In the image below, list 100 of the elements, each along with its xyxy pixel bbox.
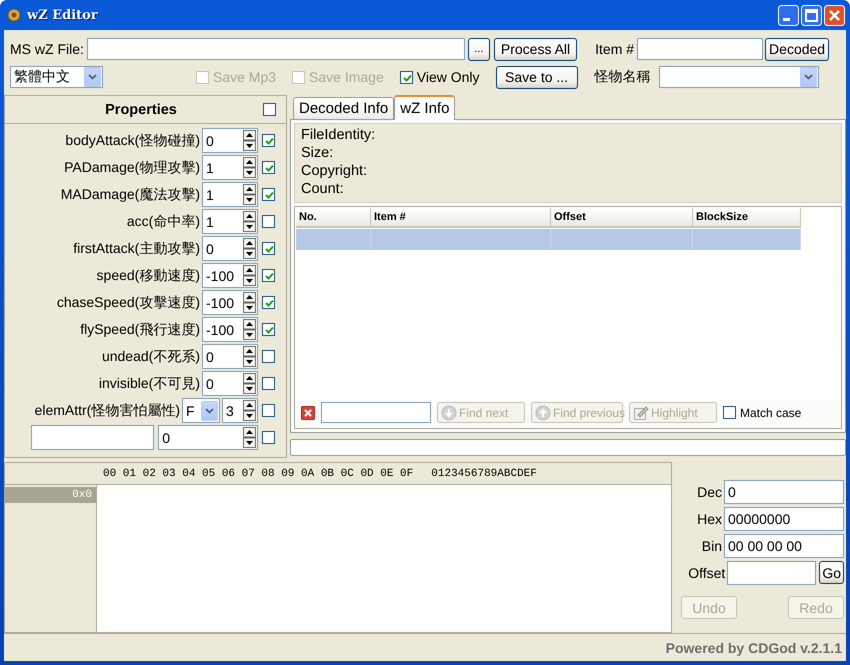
property-label: invisible(不可見) bbox=[98, 374, 201, 392]
checkbox[interactable] bbox=[262, 404, 275, 417]
spin-box[interactable]: 0 bbox=[202, 344, 258, 369]
column-header[interactable]: Item # bbox=[371, 208, 551, 228]
checkbox-label: Save Mp3 bbox=[213, 69, 276, 85]
close-icon[interactable] bbox=[301, 406, 315, 420]
process-all-button[interactable]: Process All bbox=[494, 38, 578, 60]
checkbox[interactable] bbox=[262, 323, 275, 336]
checkbox[interactable] bbox=[262, 431, 275, 444]
property-label: firstAttack(主動攻擊) bbox=[72, 240, 201, 258]
checkbox[interactable] bbox=[262, 377, 275, 390]
checkbox[interactable] bbox=[263, 103, 276, 116]
property-label: MADamage(魔法攻擊) bbox=[60, 186, 201, 204]
checkbox[interactable] bbox=[400, 70, 413, 84]
minimize-icon[interactable] bbox=[778, 4, 799, 26]
item-number-field[interactable] bbox=[637, 38, 764, 60]
checkbox-label: Save Image bbox=[309, 69, 384, 85]
column-header[interactable]: Offset bbox=[551, 208, 693, 228]
save-to-button[interactable]: Save to ... bbox=[496, 66, 578, 88]
spin-arrows-icon[interactable] bbox=[243, 346, 256, 367]
spin-arrows-icon[interactable] bbox=[243, 265, 256, 286]
spin-box[interactable]: 0 bbox=[158, 425, 258, 450]
spin-box[interactable]: -100 bbox=[202, 317, 258, 342]
window-title: wZ Editor bbox=[27, 8, 99, 22]
field-label: Offset bbox=[688, 564, 726, 580]
language-dropdown[interactable]: 繁體中文 bbox=[10, 66, 103, 88]
tab[interactable]: Decoded Info bbox=[293, 97, 394, 119]
spin-box[interactable]: 3 bbox=[222, 398, 258, 423]
field-label: Hex bbox=[697, 510, 722, 526]
spin-arrows-icon[interactable] bbox=[243, 292, 256, 313]
column-header[interactable]: BlockSize bbox=[693, 208, 801, 228]
info-label: Count: bbox=[301, 180, 344, 198]
app-icon bbox=[6, 7, 22, 23]
info-label: Copyright: bbox=[301, 162, 368, 180]
spin-arrows-icon[interactable] bbox=[243, 184, 256, 205]
pencil-icon bbox=[633, 404, 649, 420]
property-label: elemAttr(怪物害怕屬性) bbox=[34, 402, 181, 420]
spin-arrows-icon[interactable] bbox=[243, 157, 256, 178]
checkbox[interactable] bbox=[262, 134, 275, 147]
panel-title: Properties bbox=[104, 102, 178, 118]
spin-box[interactable]: 0 bbox=[202, 236, 258, 261]
file-path-field[interactable] bbox=[86, 38, 465, 60]
spin-arrows-icon[interactable] bbox=[243, 400, 256, 421]
property-label: chaseSpeed(攻擊速度) bbox=[56, 294, 201, 312]
checkbox-label: View Only bbox=[416, 69, 480, 85]
go-button[interactable]: Go bbox=[819, 561, 844, 584]
column-header: 00 01 02 03 04 05 06 07 08 09 0A 0B 0C 0D 0E 0F bbox=[103, 468, 414, 480]
property-label: speed(移動速度) bbox=[96, 266, 201, 284]
status-text: Powered by CDGod v.2.1.1 bbox=[666, 640, 842, 656]
value-field[interactable] bbox=[727, 560, 816, 584]
field-label: MS wZ File: bbox=[10, 41, 84, 57]
spin-arrows-icon[interactable] bbox=[243, 130, 256, 151]
property-label: bodyAttack(怪物碰撞) bbox=[64, 132, 201, 150]
spin-box[interactable]: 0 bbox=[202, 371, 258, 396]
spin-arrows-icon[interactable] bbox=[243, 238, 256, 259]
checkbox[interactable] bbox=[262, 161, 275, 174]
spin-box[interactable]: -100 bbox=[202, 263, 258, 288]
checkbox-label: Match case bbox=[740, 406, 802, 420]
property-label: undead(不死系) bbox=[100, 348, 201, 366]
property-label: PADamage(物理攻擊) bbox=[63, 158, 201, 176]
value-field[interactable]: 00000000 bbox=[724, 506, 844, 530]
spin-arrows-icon[interactable] bbox=[243, 427, 256, 448]
name-field[interactable] bbox=[31, 425, 154, 450]
info-label: Size: bbox=[301, 144, 334, 162]
spin-arrows-icon[interactable] bbox=[243, 373, 256, 394]
search-field[interactable] bbox=[321, 402, 431, 423]
property-label: acc(命中率) bbox=[126, 212, 201, 230]
spin-box[interactable]: -100 bbox=[202, 290, 258, 315]
column-header[interactable]: No. bbox=[296, 208, 371, 228]
caret-icon[interactable] bbox=[88, 74, 97, 80]
ascii-header: 0123456789ABCDEF bbox=[431, 468, 537, 480]
browse-button[interactable]: ... bbox=[468, 38, 490, 60]
maximize-icon[interactable] bbox=[801, 4, 822, 26]
value-field[interactable]: 0 bbox=[724, 480, 844, 504]
monster-name-dropdown[interactable] bbox=[658, 66, 819, 88]
checkbox[interactable] bbox=[262, 188, 275, 201]
tab[interactable]: wZ Info bbox=[394, 95, 456, 120]
info-label: FileIdentity: bbox=[301, 126, 376, 144]
spin-box[interactable]: 0 bbox=[202, 128, 258, 153]
field-label: Bin bbox=[702, 538, 722, 554]
field-label: Item # bbox=[595, 41, 634, 57]
spin-box[interactable]: 1 bbox=[202, 155, 258, 180]
caret-icon[interactable] bbox=[804, 74, 813, 80]
spin-arrows-icon[interactable] bbox=[243, 319, 256, 340]
checkbox[interactable] bbox=[262, 296, 275, 309]
checkbox[interactable] bbox=[262, 350, 275, 363]
caret-icon[interactable] bbox=[205, 408, 214, 414]
spin-arrows-icon[interactable] bbox=[243, 211, 256, 232]
spin-box[interactable]: 1 bbox=[202, 209, 258, 234]
spin-box[interactable]: 1 bbox=[202, 182, 258, 207]
property-label: flySpeed(飛行速度) bbox=[79, 320, 201, 338]
decoded-button[interactable]: Decoded bbox=[765, 38, 830, 60]
checkbox[interactable] bbox=[262, 269, 275, 282]
checkbox[interactable] bbox=[262, 215, 275, 228]
value-field[interactable]: 00 00 00 00 bbox=[724, 534, 844, 558]
field-label: Dec bbox=[697, 484, 722, 500]
checkbox[interactable] bbox=[723, 406, 736, 419]
field-label: 怪物名稱 bbox=[594, 68, 651, 86]
checkbox[interactable] bbox=[262, 242, 275, 255]
element-dropdown[interactable]: F bbox=[182, 398, 220, 423]
